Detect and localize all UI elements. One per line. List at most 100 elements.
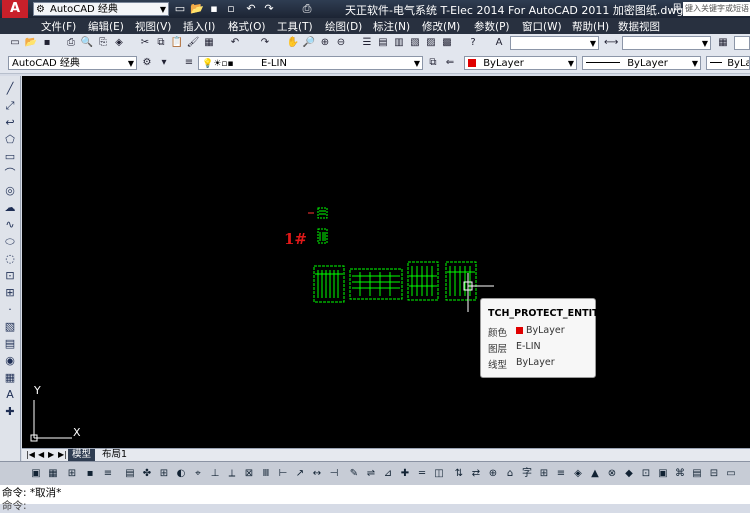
print-icon[interactable]: ⎙ xyxy=(300,2,314,16)
tab-model[interactable]: 模型 xyxy=(68,449,96,461)
ortho-icon[interactable]: ⊞ xyxy=(158,467,170,480)
layer-icon[interactable]: ≡ xyxy=(102,467,114,480)
ducs-icon[interactable]: ⟂ xyxy=(226,467,238,480)
tool-u-icon[interactable]: ▤ xyxy=(691,467,703,480)
copy-icon[interactable]: ⧉ xyxy=(154,36,168,50)
tool-p-icon[interactable]: ⊗ xyxy=(606,467,618,480)
print-icon[interactable]: ⎙ xyxy=(64,36,78,50)
3d-publish-icon[interactable]: ◈ xyxy=(112,36,126,50)
menu-parametric[interactable]: 参数(P) xyxy=(474,19,510,34)
layer-previous-icon[interactable]: ⇐ xyxy=(443,56,457,70)
pan-icon[interactable]: ✋ xyxy=(286,36,300,50)
publish-icon[interactable]: ⎘ xyxy=(96,36,110,50)
save-icon[interactable]: ▪ xyxy=(84,467,96,480)
dyn-icon[interactable]: ⊠ xyxy=(243,467,255,480)
tool-i-icon[interactable]: ⊕ xyxy=(487,467,499,480)
tool-f-icon[interactable]: ◫ xyxy=(433,467,445,480)
tool-c-icon[interactable]: ⊿ xyxy=(382,467,394,480)
save-as-icon[interactable]: ▫ xyxy=(224,2,238,16)
menu-view[interactable]: 视图(V) xyxy=(135,19,171,34)
save-icon[interactable]: ▪ xyxy=(207,2,221,16)
zoom-previous-icon[interactable]: ⊖ xyxy=(334,36,348,50)
app-menu-button[interactable]: A xyxy=(2,0,28,18)
table-icon[interactable]: ▦ xyxy=(3,371,17,385)
sc-icon[interactable]: ↔ xyxy=(311,467,323,480)
workspace-settings-icon[interactable]: ▾ xyxy=(157,56,171,70)
tpy-icon[interactable]: ⊢ xyxy=(277,467,289,480)
otrack-icon[interactable]: ⊥ xyxy=(209,467,221,480)
spline-icon[interactable]: ∿ xyxy=(3,218,17,232)
rectangle-icon[interactable]: ▭ xyxy=(3,150,17,164)
text-style-dropdown[interactable]: ▼ xyxy=(510,36,599,50)
layer-manager-icon[interactable]: ≡ xyxy=(182,56,196,70)
snap-icon[interactable]: ▤ xyxy=(124,467,136,480)
menu-help[interactable]: 帮助(H) xyxy=(572,19,609,34)
quick-view-drawings-icon[interactable]: ▦ xyxy=(47,467,59,480)
tool-e-icon[interactable]: ═ xyxy=(416,467,428,480)
tool-l-icon[interactable]: ⊞ xyxy=(538,467,550,480)
tab-layout1[interactable]: 布局1 xyxy=(98,449,131,461)
construction-line-icon[interactable]: ⤢ xyxy=(3,99,17,113)
hatch-icon[interactable]: ▧ xyxy=(3,320,17,334)
linetype-dropdown[interactable]: ByLayer ▼ xyxy=(582,56,701,70)
undo-icon[interactable]: ↶ xyxy=(244,2,258,16)
zoom-window-icon[interactable]: ⊕ xyxy=(318,36,332,50)
insert-block-icon[interactable]: ⊡ xyxy=(3,269,17,283)
tool-d-icon[interactable]: ✚ xyxy=(399,467,411,480)
add-selected-icon[interactable]: ✚ xyxy=(3,405,17,419)
block-editor-icon[interactable]: ▦ xyxy=(202,36,216,50)
tool-t-icon[interactable]: ⌘ xyxy=(674,467,686,480)
tool-b-icon[interactable]: ⇌ xyxy=(365,467,377,480)
polar-icon[interactable]: ◐ xyxy=(175,467,187,480)
calculator-icon[interactable]: ▩ xyxy=(440,36,454,50)
tool-s-icon[interactable]: ▣ xyxy=(657,467,669,480)
save-icon[interactable]: ▪ xyxy=(40,36,54,50)
menu-window[interactable]: 窗口(W) xyxy=(522,19,562,34)
markup-icon[interactable]: ▨ xyxy=(424,36,438,50)
tool-o-icon[interactable]: ▲ xyxy=(589,467,601,480)
tool-palettes-icon[interactable]: ▥ xyxy=(392,36,406,50)
workspace-dropdown-2[interactable]: AutoCAD 经典 ▼ xyxy=(8,56,137,70)
menu-draw[interactable]: 绘图(D) xyxy=(325,19,362,34)
search-icon[interactable]: ⊞ xyxy=(673,2,681,13)
make-block-icon[interactable]: ⊞ xyxy=(3,286,17,300)
table-style-dropdown[interactable] xyxy=(734,36,750,50)
open-icon[interactable]: 📂 xyxy=(24,36,38,50)
grid-icon[interactable]: ✤ xyxy=(141,467,153,480)
match-properties-icon[interactable]: 🖌 xyxy=(186,36,200,50)
color-dropdown[interactable]: ByLayer ▼ xyxy=(464,56,577,70)
menu-dimension[interactable]: 标注(N) xyxy=(373,19,410,34)
new-icon[interactable]: ▭ xyxy=(8,36,22,50)
tool-k-icon[interactable]: 字 xyxy=(521,467,533,480)
revision-cloud-icon[interactable]: ☁ xyxy=(3,201,17,215)
menu-modify[interactable]: 修改(M) xyxy=(422,19,460,34)
layer-dropdown[interactable]: 💡☀▫▪ E-LIN ▼ xyxy=(198,56,423,70)
qp-icon[interactable]: ↗ xyxy=(294,467,306,480)
multiline-text-icon[interactable]: A xyxy=(3,388,17,402)
table-style-icon[interactable]: ▦ xyxy=(716,36,730,50)
osnap-icon[interactable]: ⌖ xyxy=(192,467,204,480)
gear-icon[interactable]: ⚙ xyxy=(140,56,154,70)
preview-icon[interactable]: 🔍 xyxy=(80,36,94,50)
tool-q-icon[interactable]: ◆ xyxy=(623,467,635,480)
dim-style-icon[interactable]: ⟷ xyxy=(604,36,618,50)
sheet-set-icon[interactable]: ▧ xyxy=(408,36,422,50)
menu-tools[interactable]: 工具(T) xyxy=(277,19,313,34)
tool-g-icon[interactable]: ⇅ xyxy=(453,467,465,480)
tool-m-icon[interactable]: ≡ xyxy=(555,467,567,480)
design-center-icon[interactable]: ▤ xyxy=(376,36,390,50)
lwt-icon[interactable]: Ⅲ xyxy=(260,467,272,480)
undo-icon[interactable]: ↶ xyxy=(228,36,242,50)
cut-icon[interactable]: ✂ xyxy=(138,36,152,50)
menu-file[interactable]: 文件(F) xyxy=(41,19,76,34)
tool-r-icon[interactable]: ⊡ xyxy=(640,467,652,480)
workspace-dropdown[interactable]: ⚙ AutoCAD 经典 ▼ xyxy=(33,2,169,16)
text-style-icon[interactable]: A xyxy=(492,36,506,50)
polyline-icon[interactable]: ↩ xyxy=(3,116,17,130)
zoom-realtime-icon[interactable]: 🔎 xyxy=(302,36,316,50)
menu-edit[interactable]: 编辑(E) xyxy=(88,19,124,34)
tool-h-icon[interactable]: ⇄ xyxy=(470,467,482,480)
tool-v-icon[interactable]: ⊟ xyxy=(708,467,720,480)
command-line[interactable]: 命令: *取消* 命令: xyxy=(0,485,750,512)
lineweight-dropdown[interactable]: ByLayer xyxy=(706,56,750,70)
